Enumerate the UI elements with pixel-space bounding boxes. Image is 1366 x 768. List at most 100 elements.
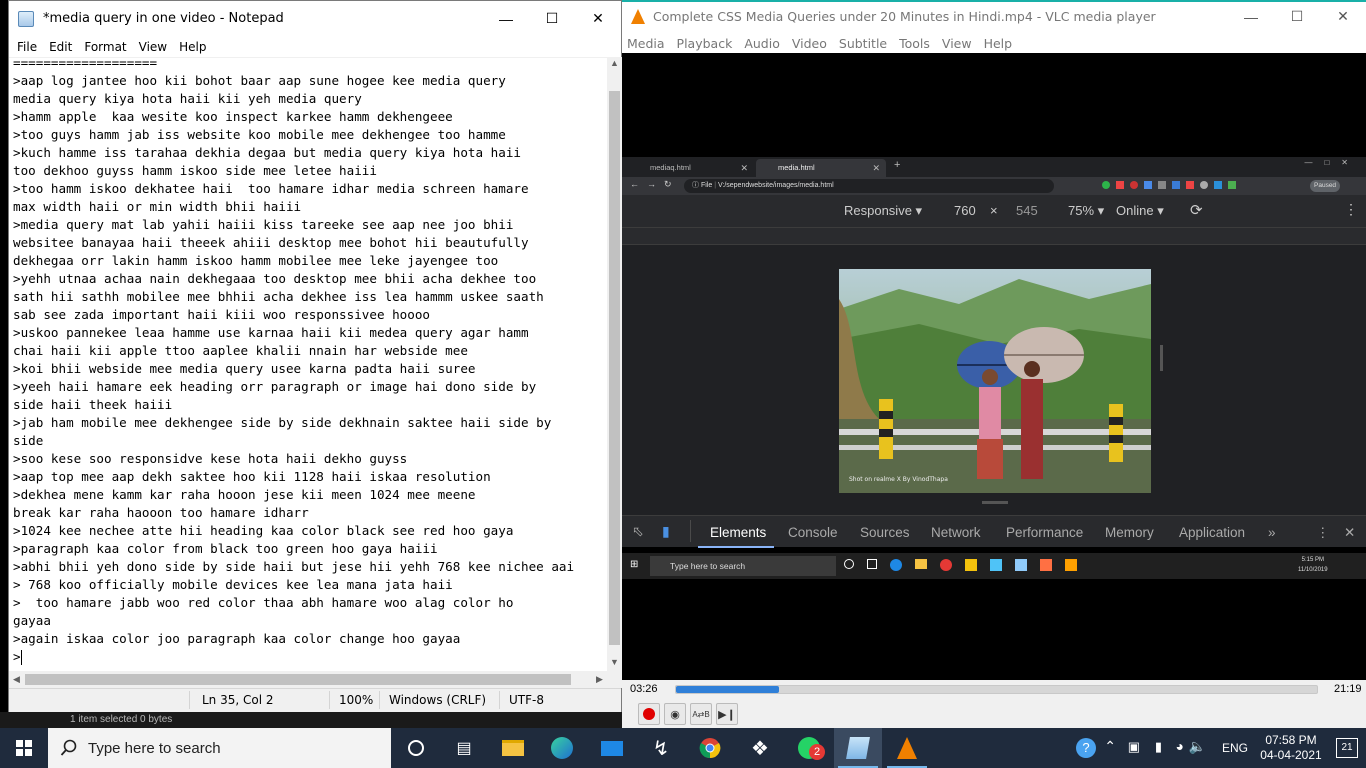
viewport-width: 760	[954, 203, 976, 218]
text-line: >dekhea mene kamm kar raha hooon jese ki…	[13, 487, 476, 502]
vlc-controls: ◉ A⇄B ▶❙	[622, 700, 1366, 728]
url-scheme: File	[700, 182, 713, 189]
new-tab-icon: +	[894, 159, 901, 171]
notepad-titlebar[interactable]: *media query in one video - Notepad — ☐ …	[9, 1, 621, 36]
start-button[interactable]	[0, 728, 48, 768]
devtools-menu-icon: ⋮	[1316, 525, 1330, 540]
horizontal-scroll-thumb[interactable]	[25, 674, 571, 685]
vertical-scrollbar[interactable]: ▲ ▼	[607, 57, 622, 671]
vlc-menu-video[interactable]: Video	[787, 36, 834, 51]
task-view-button[interactable]: ▤	[440, 728, 488, 768]
vlc-icon	[897, 737, 917, 759]
horizontal-scrollbar[interactable]: ◀ ▶	[9, 671, 607, 688]
menu-file[interactable]: File	[11, 40, 43, 54]
frame-step-button[interactable]: ▶❙	[716, 703, 738, 725]
text-line: >soo kese soo responsidve kese hota haii…	[13, 451, 408, 466]
total-time: 21:19	[1334, 683, 1362, 695]
menu-help[interactable]: Help	[173, 40, 212, 54]
text-line: >	[13, 649, 22, 665]
text-line: ===================	[13, 57, 158, 70]
vlc-menu-view[interactable]: View	[937, 36, 979, 51]
video-frame[interactable]: mediaq.html ✕ media.html ✕ + —□✕ ←→↻ ⓘ F…	[622, 53, 1366, 680]
vlc-menu-media[interactable]: Media	[622, 36, 672, 51]
vlc-menu-tools[interactable]: Tools	[894, 36, 937, 51]
scroll-right-icon[interactable]: ▶	[592, 674, 607, 685]
text-line: dekhegaa orr lakin hamm iskoo hamm mobil…	[13, 253, 499, 268]
resize-handle-bottom	[982, 501, 1008, 504]
device-select: Responsive ▾	[844, 203, 923, 218]
scroll-left-icon[interactable]: ◀	[9, 674, 24, 685]
scrollbar-corner	[607, 671, 622, 688]
mail-icon	[601, 740, 623, 756]
recorded-search-text: Type here to search	[670, 561, 746, 571]
device-toolbar: Responsive ▾ 760 × 545 75% ▾ Online ▾ ⟳ …	[622, 195, 1366, 227]
times-icon: ×	[990, 203, 998, 218]
vlc-titlebar[interactable]: Complete CSS Media Queries under 20 Minu…	[622, 0, 1366, 33]
text-line: >jab ham mobile mee dekhengee side by si…	[13, 415, 552, 430]
help-icon[interactable]: ?	[1076, 738, 1096, 758]
scroll-down-icon[interactable]: ▼	[607, 657, 622, 667]
chevron-up-icon[interactable]: ⌃	[1104, 738, 1116, 755]
text-line: >aap log jantee hoo kii bohot baar aap s…	[13, 73, 506, 88]
vlc-maximize-button[interactable]: ☐	[1274, 0, 1320, 33]
menu-edit[interactable]: Edit	[43, 40, 78, 54]
text-lines: =================== >aap log jantee hoo k…	[13, 57, 574, 666]
loop-ab-button[interactable]: A⇄B	[690, 703, 712, 725]
chrome-button[interactable]	[686, 728, 734, 768]
cortana-button[interactable]	[392, 728, 440, 768]
notepad-menubar: File Edit Format View Help	[9, 36, 621, 58]
clock[interactable]: 07:58 PM 04-04-2021	[1256, 733, 1326, 763]
line-ending: Windows (CRLF)	[389, 693, 487, 707]
vlc-menu-audio[interactable]: Audio	[739, 36, 787, 51]
vlc-menu-help[interactable]: Help	[979, 36, 1020, 51]
text-line: media query kiya hota haii kii yeh media…	[13, 91, 362, 106]
snapshot-button[interactable]: ◉	[664, 703, 686, 725]
text-editor-area[interactable]: =================== >aap log jantee hoo k…	[9, 57, 607, 671]
status-divider	[329, 691, 330, 709]
menu-format[interactable]: Format	[78, 40, 132, 54]
file-explorer-button[interactable]	[489, 728, 537, 768]
vlc-title: Complete CSS Media Queries under 20 Minu…	[653, 9, 1156, 24]
seek-slider[interactable]	[675, 685, 1318, 694]
mail-button[interactable]	[588, 728, 636, 768]
sublime-button[interactable]: ↯	[637, 728, 685, 768]
devtools-tab-performance: Performance	[1006, 525, 1084, 540]
notifications-icon[interactable]: 21	[1336, 738, 1358, 758]
whatsapp-button[interactable]: 2	[785, 728, 833, 768]
vlc-menu-playback[interactable]: Playback	[672, 36, 740, 51]
text-line: max width haii or min width bhii haiii	[13, 199, 302, 214]
vlc-menu-subtitle[interactable]: Subtitle	[834, 36, 894, 51]
record-button[interactable]	[638, 703, 660, 725]
vlc-close-button[interactable]: ✕	[1320, 0, 1366, 33]
vlc-window: Complete CSS Media Queries under 20 Minu…	[622, 0, 1366, 728]
dropbox-button[interactable]: ❖	[736, 728, 784, 768]
scroll-up-icon[interactable]: ▲	[607, 58, 622, 68]
devtools-panel-tabs: ⬁ ▮ Elements Console Sources Network Per…	[622, 515, 1366, 548]
devtools-tab-elements: Elements	[710, 525, 767, 540]
notepad-app-icon	[18, 10, 34, 27]
vlc-taskbar-button[interactable]	[883, 728, 931, 768]
close-button[interactable]: ✕	[575, 1, 621, 36]
resize-handle-right	[1160, 345, 1163, 371]
language-indicator[interactable]: ENG	[1222, 741, 1248, 755]
windows-taskbar: Type here to search ▤ ↯ ❖ 2 ? ⌃ ▣ ▮ ◕ 🔈 …	[0, 728, 1366, 768]
maximize-button[interactable]: ☐	[529, 1, 575, 36]
text-line: >again iskaa color joo paragraph kaa col…	[13, 631, 461, 646]
text-line: >too guys hamm jab iss website koo mobil…	[13, 127, 506, 142]
volume-icon[interactable]: 🔈	[1189, 738, 1206, 755]
taskbar-search[interactable]: Type here to search	[48, 728, 391, 768]
edge-button[interactable]	[538, 728, 586, 768]
menu-view[interactable]: View	[133, 40, 173, 54]
devtools-tab-memory: Memory	[1105, 525, 1154, 540]
vlc-minimize-button[interactable]: —	[1228, 0, 1274, 33]
notepad-window: *media query in one video - Notepad — ☐ …	[8, 0, 622, 712]
text-line: >too hamm iskoo dekhatee haii too hamare…	[13, 181, 529, 196]
emulated-viewport: Shot on realme X By VinodThapa	[622, 245, 1366, 515]
device-label: Responsive	[844, 203, 912, 218]
notepad-taskbar-button[interactable]	[834, 728, 882, 768]
minimize-button[interactable]: —	[483, 1, 529, 36]
search-icon	[60, 739, 77, 756]
battery-icon[interactable]: ▮	[1155, 739, 1162, 755]
wifi-icon[interactable]: ◕	[1176, 738, 1184, 754]
vertical-scroll-thumb[interactable]	[609, 91, 620, 645]
